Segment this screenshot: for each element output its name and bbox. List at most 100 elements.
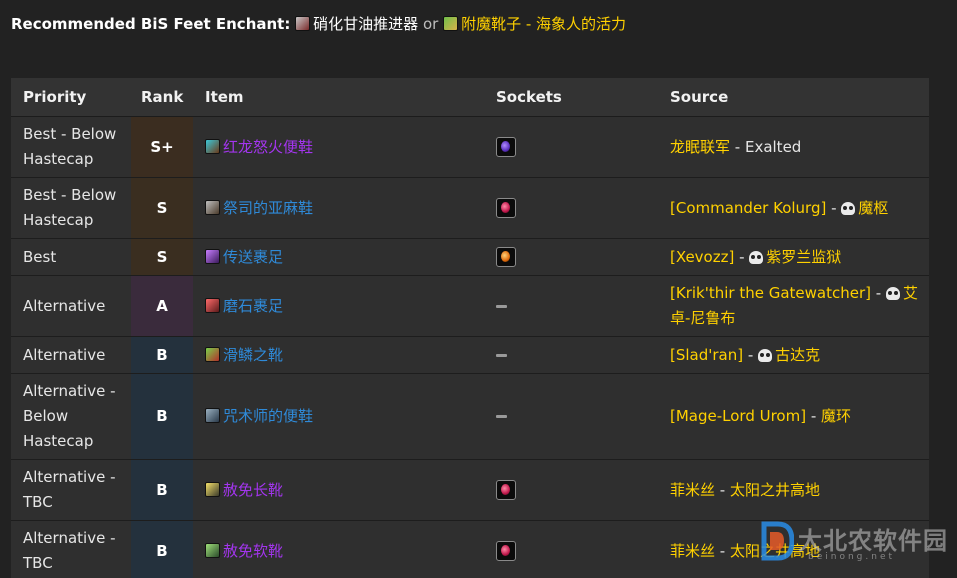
source-name-link[interactable]: [Slad'ran] bbox=[670, 346, 743, 364]
enchant-or-text: or bbox=[423, 15, 438, 33]
item-icon[interactable] bbox=[205, 347, 220, 362]
rank-cell: B bbox=[131, 460, 193, 521]
rank-cell: B bbox=[131, 337, 193, 374]
source-name-link[interactable]: 菲米丝 bbox=[670, 542, 715, 560]
header-priority: Priority bbox=[11, 78, 131, 117]
socket-cell bbox=[484, 239, 658, 276]
table-row: AlternativeA磨石裹足[Krik'thir the Gatewatch… bbox=[11, 276, 929, 337]
source-location-link[interactable]: 魔枢 bbox=[858, 199, 888, 217]
source-cell: [Xevozz] - 紫罗兰监狱 bbox=[658, 239, 929, 276]
source-separator: - bbox=[734, 248, 749, 266]
nitro-boosts-icon bbox=[295, 16, 310, 31]
priority-cell: Alternative - TBC bbox=[11, 521, 131, 578]
table-row: BestS传送裹足[Xevozz] - 紫罗兰监狱 bbox=[11, 239, 929, 276]
source-name-link[interactable]: [Commander Kolurg] bbox=[670, 199, 826, 217]
item-icon[interactable] bbox=[205, 298, 220, 313]
item-icon[interactable] bbox=[205, 543, 220, 558]
enchant-label: Recommended BiS Feet Enchant bbox=[11, 15, 284, 33]
rank-cell: S+ bbox=[131, 117, 193, 178]
source-separator: - bbox=[715, 542, 730, 560]
item-cell: 咒术师的便鞋 bbox=[193, 374, 484, 460]
no-socket-dash-icon bbox=[496, 415, 507, 418]
site-watermark: 大北农软件园 beinong.net bbox=[760, 518, 957, 565]
item-cell: 传送裹足 bbox=[193, 239, 484, 276]
rank-cell: B bbox=[131, 374, 193, 460]
item-link[interactable]: 赦免软靴 bbox=[223, 542, 283, 560]
item-link[interactable]: 红龙怒火便鞋 bbox=[223, 138, 313, 156]
source-separator: - bbox=[826, 199, 841, 217]
item-link[interactable]: 祭司的亚麻鞋 bbox=[223, 199, 313, 217]
item-icon[interactable] bbox=[205, 408, 220, 423]
source-location-link[interactable]: 魔环 bbox=[821, 407, 851, 425]
table-row: Alternative - TBCB 赦免长靴 菲米丝 - 太阳之井高地 bbox=[11, 460, 929, 521]
enchant-option-2-link[interactable]: 附魔靴子 - 海象人的活力 bbox=[461, 15, 626, 33]
enchant-scroll-icon bbox=[443, 16, 458, 31]
orange-gem-icon[interactable] bbox=[496, 247, 516, 267]
red-gem-icon[interactable] bbox=[496, 480, 516, 500]
item-link[interactable]: 滑鳞之靴 bbox=[223, 346, 283, 364]
priority-cell: Alternative bbox=[11, 337, 131, 374]
priority-cell: Best - Below Hastecap bbox=[11, 117, 131, 178]
item-cell: 赦免软靴 bbox=[193, 521, 484, 578]
no-socket-dash-icon bbox=[496, 305, 507, 308]
source-cell: 龙眠联军 - Exalted bbox=[658, 117, 929, 178]
source-separator: - bbox=[871, 284, 886, 302]
item-link[interactable]: 磨石裹足 bbox=[223, 297, 283, 315]
enchant-option-1-link[interactable]: 硝化甘油推进器 bbox=[313, 15, 418, 33]
bis-enchant-line: Recommended BiS Feet Enchant: 硝化甘油推进器 or… bbox=[11, 13, 626, 35]
item-icon[interactable] bbox=[205, 200, 220, 215]
watermark-url: beinong.net bbox=[808, 552, 895, 562]
item-link[interactable]: 传送裹足 bbox=[223, 248, 283, 266]
source-name-link[interactable]: [Mage-Lord Urom] bbox=[670, 407, 806, 425]
item-icon[interactable] bbox=[205, 482, 220, 497]
dungeon-skull-icon bbox=[886, 287, 900, 300]
socket-cell bbox=[484, 521, 658, 578]
priority-cell: Alternative - Below Hastecap bbox=[11, 374, 131, 460]
header-item: Item bbox=[193, 78, 484, 117]
table-header-row: Priority Rank Item Sockets Source bbox=[11, 78, 929, 117]
watermark-logo-icon bbox=[760, 520, 794, 562]
priority-cell: Best bbox=[11, 239, 131, 276]
source-location-link[interactable]: Exalted bbox=[745, 138, 801, 156]
source-name-link[interactable]: [Krik'thir the Gatewatcher] bbox=[670, 284, 871, 302]
item-icon[interactable] bbox=[205, 249, 220, 264]
source-name-link[interactable]: [Xevozz] bbox=[670, 248, 734, 266]
priority-cell: Alternative bbox=[11, 276, 131, 337]
source-separator: - bbox=[730, 138, 745, 156]
dungeon-skull-icon bbox=[749, 251, 763, 264]
source-separator: - bbox=[743, 346, 758, 364]
source-location-link[interactable]: 紫罗兰监狱 bbox=[766, 248, 841, 266]
item-cell: 磨石裹足 bbox=[193, 276, 484, 337]
item-link[interactable]: 赦免长靴 bbox=[223, 481, 283, 499]
table-row: AlternativeB 滑鳞之靴 [Slad'ran] - 古达克 bbox=[11, 337, 929, 374]
socket-cell bbox=[484, 117, 658, 178]
source-location-link[interactable]: 古达克 bbox=[775, 346, 820, 364]
source-separator: - bbox=[806, 407, 821, 425]
item-icon[interactable] bbox=[205, 139, 220, 154]
enchant-colon: : bbox=[284, 15, 290, 33]
socket-cell bbox=[484, 374, 658, 460]
red-gem-icon[interactable] bbox=[496, 198, 516, 218]
item-cell: 祭司的亚麻鞋 bbox=[193, 178, 484, 239]
priority-cell: Best - Below Hastecap bbox=[11, 178, 131, 239]
red-gem-icon[interactable] bbox=[496, 541, 516, 561]
dungeon-skull-icon bbox=[758, 349, 772, 362]
item-link[interactable]: 咒术师的便鞋 bbox=[223, 407, 313, 425]
source-name-link[interactable]: 龙眠联军 bbox=[670, 138, 730, 156]
socket-cell bbox=[484, 460, 658, 521]
rank-cell: B bbox=[131, 521, 193, 578]
source-name-link[interactable]: 菲米丝 bbox=[670, 481, 715, 499]
source-location-link[interactable]: 太阳之井高地 bbox=[730, 481, 820, 499]
table-row: Best - Below HastecapS祭司的亚麻鞋[Commander K… bbox=[11, 178, 929, 239]
no-socket-dash-icon bbox=[496, 354, 507, 357]
watermark-text: 大北农软件园 bbox=[798, 521, 948, 556]
priority-cell: Alternative - TBC bbox=[11, 460, 131, 521]
header-source: Source bbox=[658, 78, 929, 117]
item-cell: 红龙怒火便鞋 bbox=[193, 117, 484, 178]
source-cell: 菲米丝 - 太阳之井高地 bbox=[658, 460, 929, 521]
socket-cell bbox=[484, 276, 658, 337]
source-cell: [Slad'ran] - 古达克 bbox=[658, 337, 929, 374]
purple-gem-icon[interactable] bbox=[496, 137, 516, 157]
source-cell: [Krik'thir the Gatewatcher] - 艾卓-尼鲁布 bbox=[658, 276, 929, 337]
item-cell: 滑鳞之靴 bbox=[193, 337, 484, 374]
